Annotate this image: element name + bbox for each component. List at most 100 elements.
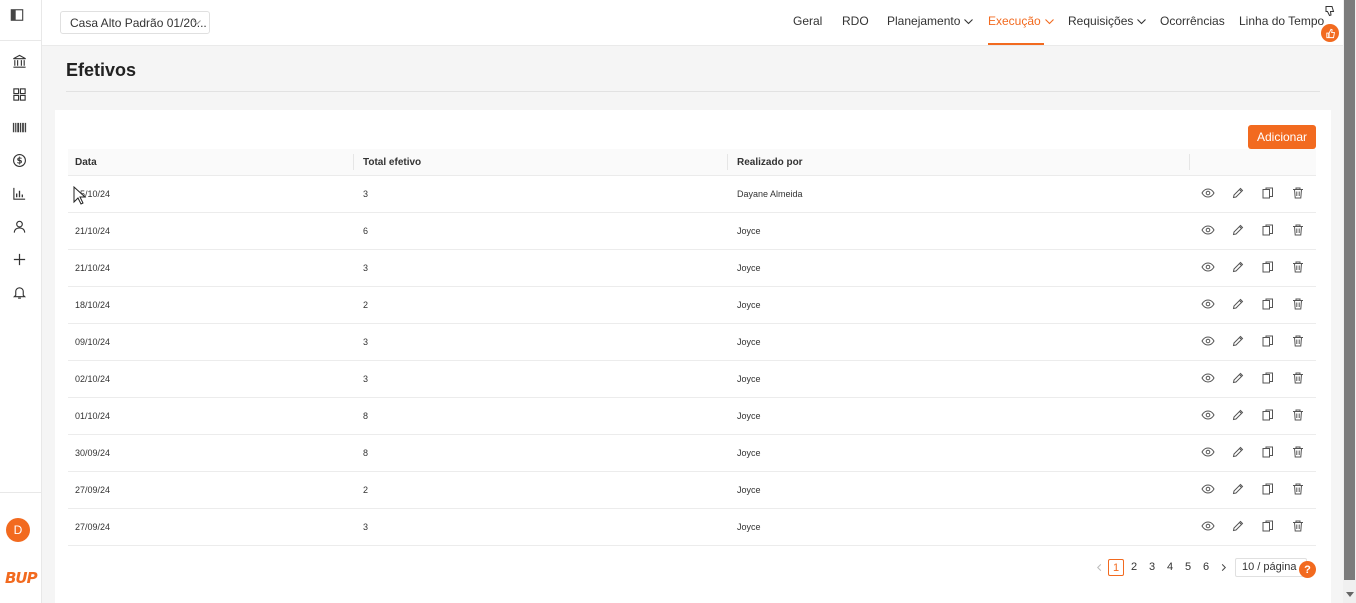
sidebar-divider [0, 40, 42, 41]
bank-icon[interactable] [11, 53, 27, 69]
copy-icon[interactable] [1261, 334, 1275, 348]
trash-icon[interactable] [1291, 519, 1305, 533]
edit-icon[interactable] [1231, 445, 1245, 459]
edit-icon[interactable] [1231, 297, 1245, 311]
page-size-select[interactable]: 10 / página [1235, 558, 1307, 577]
eye-icon[interactable] [1201, 334, 1215, 348]
trash-icon[interactable] [1291, 334, 1305, 348]
page-5[interactable]: 5 [1180, 559, 1196, 575]
copy-icon[interactable] [1261, 408, 1275, 422]
copy-icon[interactable] [1261, 223, 1275, 237]
user-icon[interactable] [11, 218, 27, 234]
mouse-cursor-icon [73, 186, 87, 205]
chevron-down-icon [1044, 18, 1054, 24]
table-row: 27/09/24 2 Joyce [68, 472, 1316, 509]
copy-icon[interactable] [1261, 186, 1275, 200]
trash-icon[interactable] [1291, 223, 1305, 237]
cell-realizado-por: Joyce [737, 226, 761, 236]
feedback-like-button[interactable] [1321, 24, 1339, 42]
scrollbar-thumb[interactable] [1344, 0, 1355, 580]
grid-icon[interactable] [11, 86, 27, 102]
thumb-down-icon[interactable] [1324, 5, 1336, 17]
scroll-down-arrow[interactable] [1346, 592, 1354, 597]
copy-icon[interactable] [1261, 297, 1275, 311]
bar-chart-icon[interactable] [11, 185, 27, 201]
column-header-date: Data [75, 157, 97, 168]
trash-icon[interactable] [1291, 371, 1305, 385]
nav-requisicoes[interactable]: Requisições [1068, 14, 1147, 28]
trash-icon[interactable] [1291, 482, 1305, 496]
cell-realizado-por: Joyce [737, 300, 761, 310]
active-tab-indicator [988, 43, 1044, 45]
copy-icon[interactable] [1261, 371, 1275, 385]
eye-icon[interactable] [1201, 297, 1215, 311]
nav-rdo[interactable]: RDO [842, 14, 869, 28]
eye-icon[interactable] [1201, 482, 1215, 496]
copy-icon[interactable] [1261, 445, 1275, 459]
avatar[interactable]: D [6, 518, 30, 542]
cell-total: 8 [363, 448, 369, 458]
cell-realizado-por: Joyce [737, 448, 761, 458]
eye-icon[interactable] [1201, 519, 1215, 533]
edit-icon[interactable] [1231, 223, 1245, 237]
add-button[interactable]: Adicionar [1248, 125, 1316, 149]
sidebar-toggle-icon[interactable] [10, 8, 26, 24]
prev-page-button[interactable] [1093, 559, 1105, 575]
plus-icon[interactable] [11, 251, 27, 267]
copy-icon[interactable] [1261, 482, 1275, 496]
edit-icon[interactable] [1231, 408, 1245, 422]
edit-icon[interactable] [1231, 371, 1245, 385]
column-divider [727, 154, 728, 170]
copy-icon[interactable] [1261, 519, 1275, 533]
eye-icon[interactable] [1201, 186, 1215, 200]
project-select[interactable]: Casa Alto Padrão 01/20... [60, 11, 210, 34]
trash-icon[interactable] [1291, 408, 1305, 422]
eye-icon[interactable] [1201, 408, 1215, 422]
cell-date: 27/09/24 [75, 485, 111, 495]
table-row: 21/10/24 3 Joyce [68, 250, 1316, 287]
page-1[interactable]: 1 [1108, 559, 1124, 576]
page-3[interactable]: 3 [1144, 559, 1160, 575]
page-6[interactable]: 6 [1198, 559, 1214, 575]
edit-icon[interactable] [1231, 334, 1245, 348]
cell-date: 18/10/24 [75, 300, 111, 310]
edit-icon[interactable] [1231, 482, 1245, 496]
eye-icon[interactable] [1201, 445, 1215, 459]
page-2[interactable]: 2 [1126, 559, 1142, 575]
cell-total: 3 [363, 263, 369, 273]
nav-ocorrencias[interactable]: Ocorrências [1160, 14, 1225, 28]
nav-geral[interactable]: Geral [793, 14, 822, 28]
table-row: 01/10/24 8 Joyce [68, 398, 1316, 435]
eye-icon[interactable] [1201, 260, 1215, 274]
bell-icon[interactable] [11, 284, 27, 300]
table-row: 21/10/24 6 Joyce [68, 213, 1316, 250]
column-header-by: Realizado por [737, 157, 803, 168]
table-header: Data Total efetivo Realizado por [68, 149, 1316, 176]
table-row: 25/10/24 3 Dayane Almeida [68, 176, 1316, 213]
sidebar-divider [0, 492, 42, 493]
chevron-right-icon [1221, 563, 1226, 571]
next-page-button[interactable] [1217, 559, 1229, 575]
barcode-icon[interactable] [11, 119, 27, 135]
trash-icon[interactable] [1291, 445, 1305, 459]
nav-planejamento[interactable]: Planejamento [887, 14, 974, 28]
nav-execucao[interactable]: Execução [988, 14, 1055, 28]
help-button[interactable]: ? [1299, 561, 1316, 578]
trash-icon[interactable] [1291, 186, 1305, 200]
page-title: Efetivos [66, 60, 137, 80]
edit-icon[interactable] [1231, 186, 1245, 200]
column-divider [353, 154, 354, 170]
trash-icon[interactable] [1291, 297, 1305, 311]
copy-icon[interactable] [1261, 260, 1275, 274]
chevron-down-icon [193, 20, 201, 25]
cell-date: 30/09/24 [75, 448, 111, 458]
nav-linha-do-tempo[interactable]: Linha do Tempo [1239, 14, 1324, 28]
dollar-icon[interactable]: $ [11, 152, 27, 168]
edit-icon[interactable] [1231, 519, 1245, 533]
trash-icon[interactable] [1291, 260, 1305, 274]
eye-icon[interactable] [1201, 223, 1215, 237]
page-4[interactable]: 4 [1162, 559, 1178, 575]
cell-realizado-por: Joyce [737, 263, 761, 273]
edit-icon[interactable] [1231, 260, 1245, 274]
eye-icon[interactable] [1201, 371, 1215, 385]
